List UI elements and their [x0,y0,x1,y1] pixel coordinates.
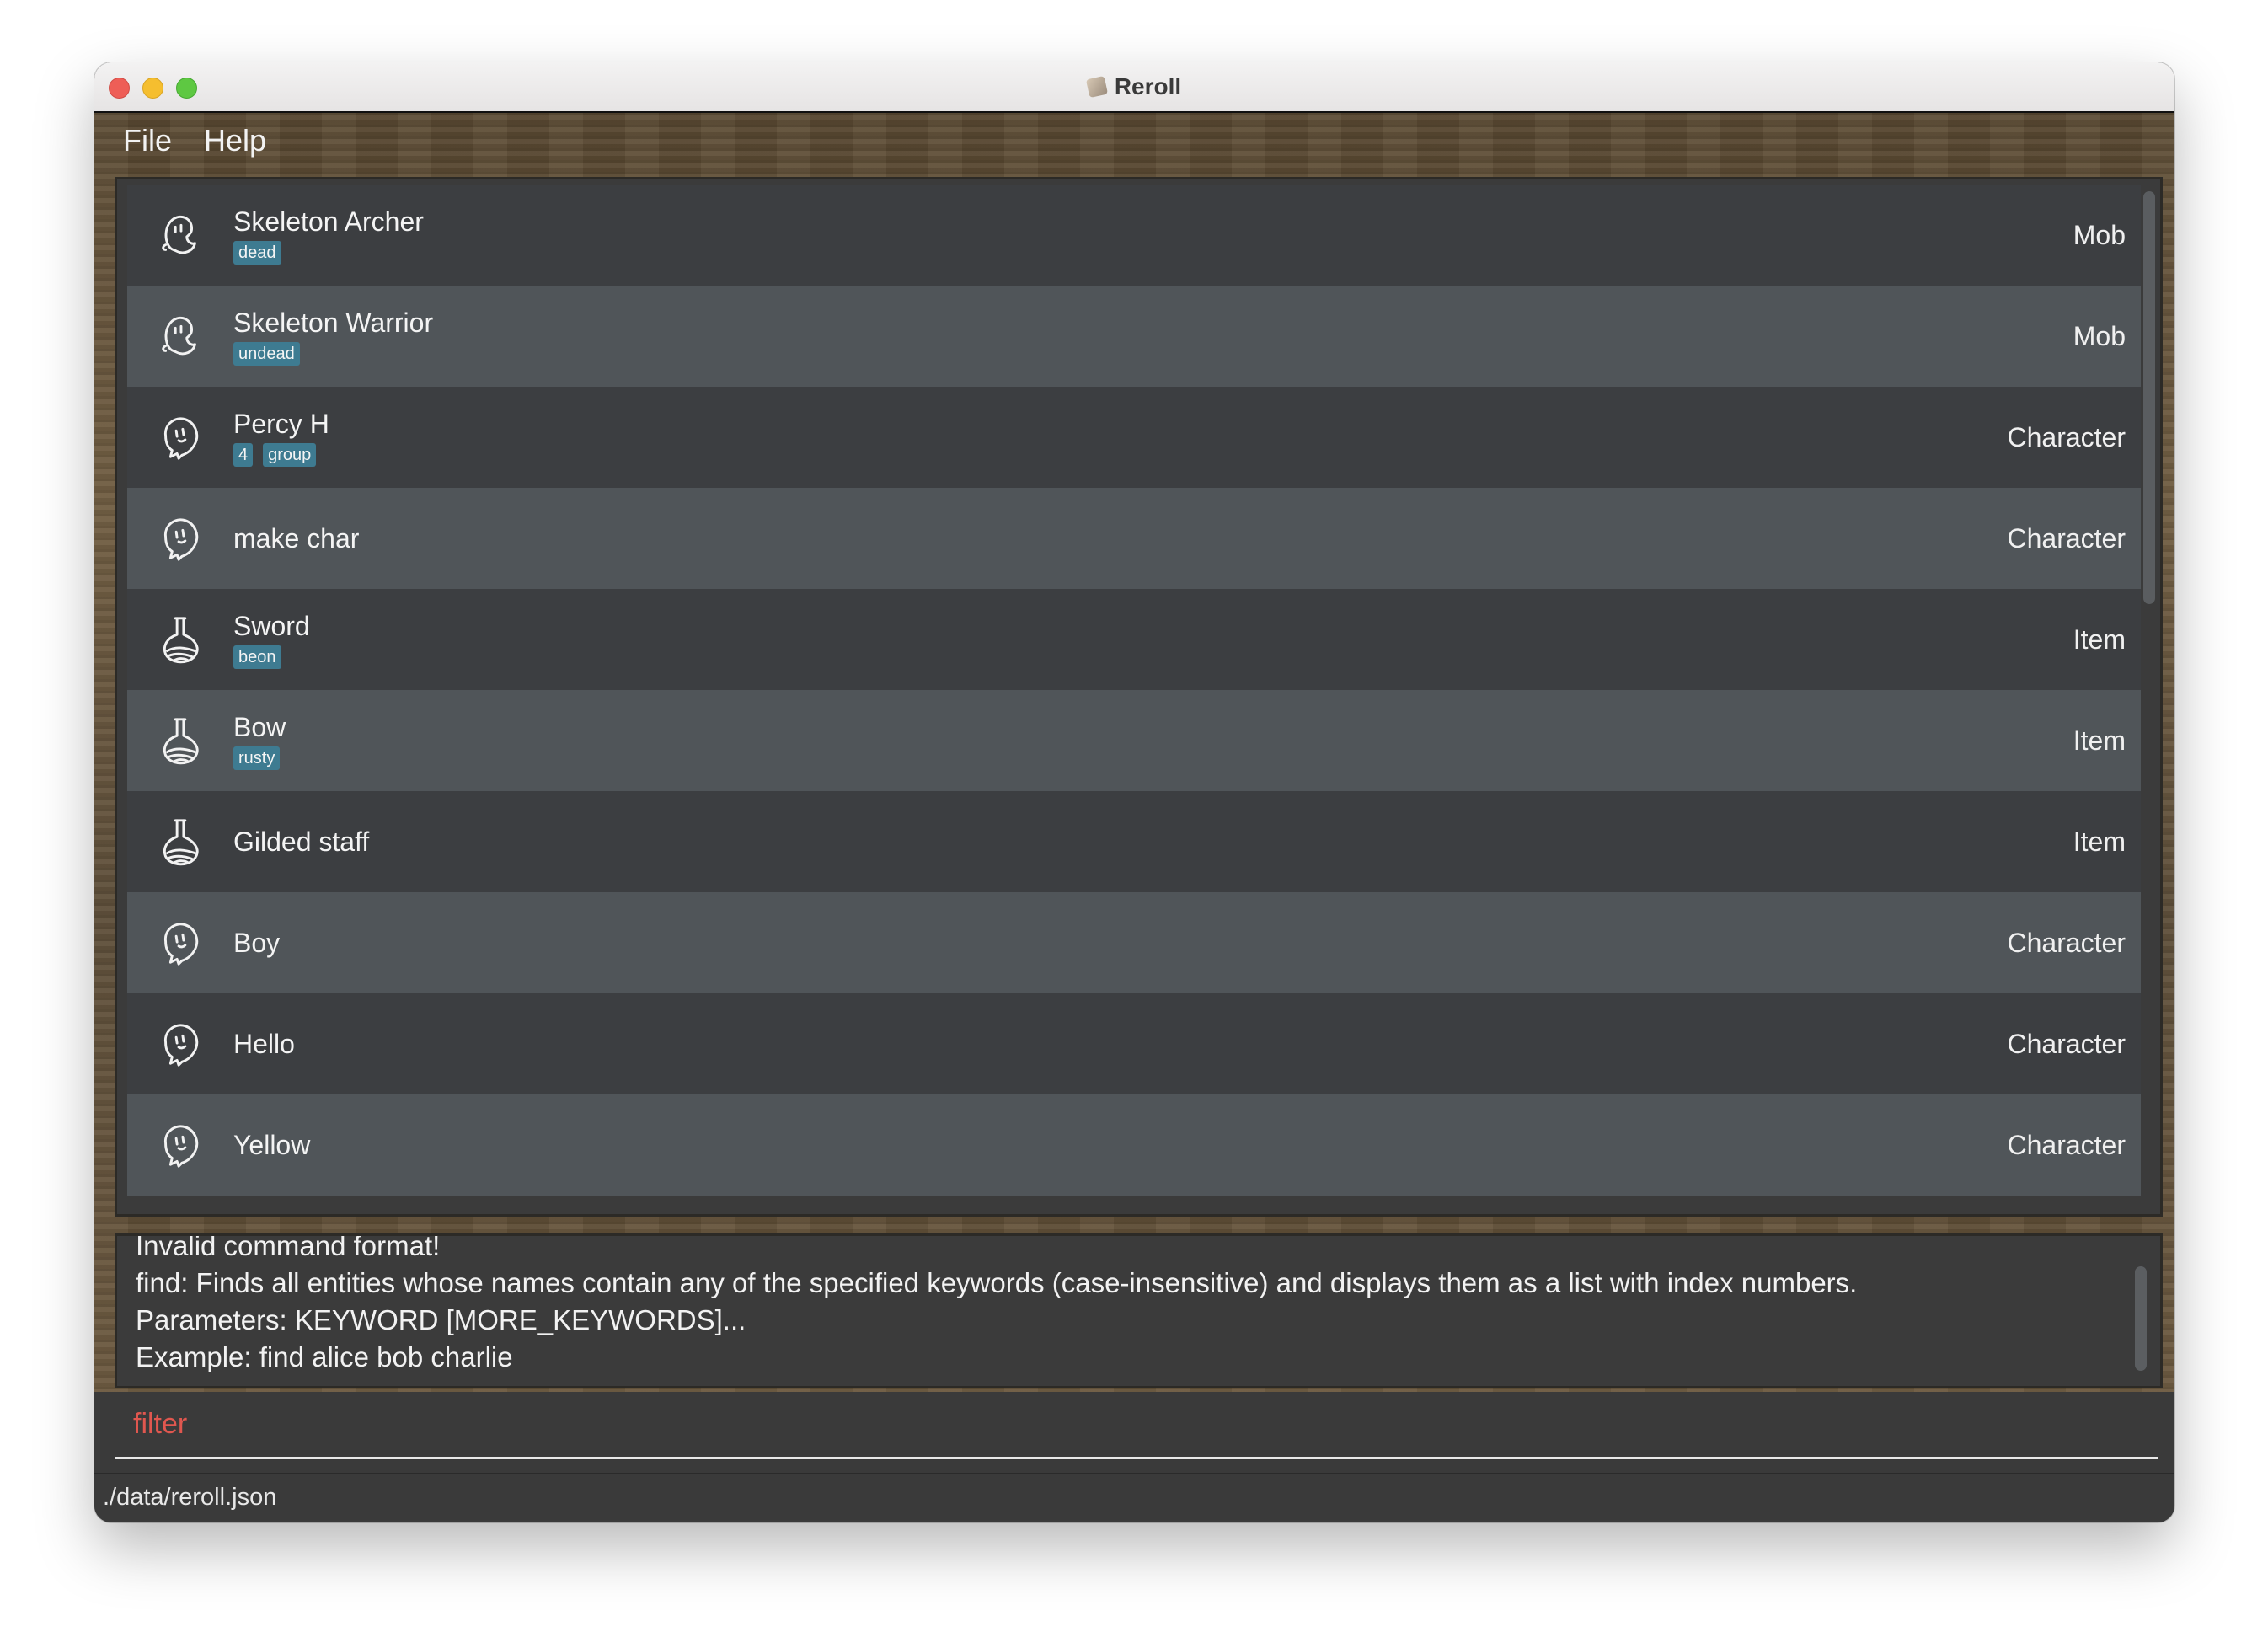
entity-list-panel[interactable]: Skeleton Archer dead Mob Skeleton Warrior un… [115,177,2163,1217]
entity-row[interactable]: Gilded staff Item [127,791,2141,892]
tag-badge: rusty [233,746,281,770]
entity-info: Percy H 4 group [233,408,329,467]
entity-name: Skeleton Warrior [233,308,434,338]
menu-help[interactable]: Help [204,123,266,158]
potion-icon [127,690,233,791]
character-icon [127,488,233,589]
entity-name: Percy H [233,409,329,439]
entity-name: Bow [233,712,286,742]
entity-row[interactable]: Bow rusty Item [127,690,2141,791]
window-title-group: Reroll [94,62,2174,111]
entity-row[interactable]: Yellow Character [127,1094,2141,1196]
ghost-icon [127,185,233,286]
entity-info: Bow rusty [233,711,286,770]
ghost-icon [127,286,233,387]
app-icon [1085,75,1108,99]
save-location: ./data/reroll.json [103,1484,277,1511]
title-bar: Reroll [94,62,2174,113]
entity-row[interactable]: Hello Character [127,993,2141,1094]
entity-tags: undead [233,342,433,366]
command-box [94,1392,2174,1476]
entity-info: Boy [233,927,280,959]
entity-type: Character [2007,522,2126,554]
command-input[interactable] [115,1392,2158,1459]
menu-bar: File Help [94,113,2174,169]
entity-name: Boy [233,928,281,958]
entity-tags: 4 group [233,443,329,467]
entity-type: Mob [2073,320,2126,351]
result-line: find: Finds all entities whose names con… [136,1267,1858,1298]
entity-name: Yellow [233,1130,311,1160]
entity-info: Skeleton Warrior undead [233,307,433,366]
character-icon [127,1094,233,1196]
entity-type: Item [2073,725,2126,756]
entity-type: Character [2007,927,2126,958]
entity-type: Character [2007,1028,2126,1059]
entity-name: make char [233,523,360,554]
result-text: Invalid command format! find: Finds all e… [136,1233,2110,1376]
result-line: Parameters: KEYWORD [MORE_KEYWORDS]... [136,1304,746,1335]
potion-icon [127,791,233,892]
tag-badge: dead [233,241,281,265]
entity-name: Gilded staff [233,827,370,857]
result-display: Invalid command format! find: Finds all e… [115,1233,2163,1388]
tag-badge: 4 [233,443,254,467]
result-line: Invalid command format! [136,1233,441,1261]
entity-row[interactable]: Boy Character [127,892,2141,993]
entity-type: Item [2073,623,2126,655]
entity-list: Skeleton Archer dead Mob Skeleton Warrior un… [127,185,2141,1196]
result-line: Example: find alice bob charlie [136,1341,513,1372]
character-icon [127,892,233,993]
entity-type: Character [2007,421,2126,452]
entity-tags: rusty [233,746,286,770]
entity-type: Item [2073,826,2126,857]
entity-name: Skeleton Archer [233,206,424,237]
entity-type: Character [2007,1129,2126,1160]
status-bar: ./data/reroll.json [94,1473,2174,1522]
tag-badge: beon [233,645,281,669]
character-icon [127,387,233,488]
entity-name: Hello [233,1029,295,1059]
entity-tags: beon [233,645,310,669]
tag-badge: group [263,443,317,467]
entity-info: make char [233,522,359,554]
character-icon [127,993,233,1094]
potion-icon [127,589,233,690]
entity-info: Gilded staff [233,826,369,858]
entity-row[interactable]: make char Character [127,488,2141,589]
entity-info: Sword beon [233,610,310,669]
result-scrollbar[interactable] [2135,1266,2147,1371]
list-scrollbar[interactable] [2143,191,2155,604]
app-window: Reroll File Help Skeleton Archer dead Mob S… [94,62,2174,1522]
window-title: Reroll [1114,73,1182,99]
entity-row[interactable]: Percy H 4 group Character [127,387,2141,488]
tag-badge: undead [233,342,300,366]
entity-name: Sword [233,611,310,641]
entity-tags: dead [233,241,424,265]
menu-file[interactable]: File [123,123,172,158]
entity-info: Yellow [233,1129,310,1161]
entity-row[interactable]: Skeleton Warrior undead Mob [127,286,2141,387]
entity-info: Skeleton Archer dead [233,206,424,265]
entity-row[interactable]: Skeleton Archer dead Mob [127,185,2141,286]
entity-row[interactable]: Sword beon Item [127,589,2141,690]
entity-type: Mob [2073,219,2126,250]
entity-info: Hello [233,1028,295,1060]
